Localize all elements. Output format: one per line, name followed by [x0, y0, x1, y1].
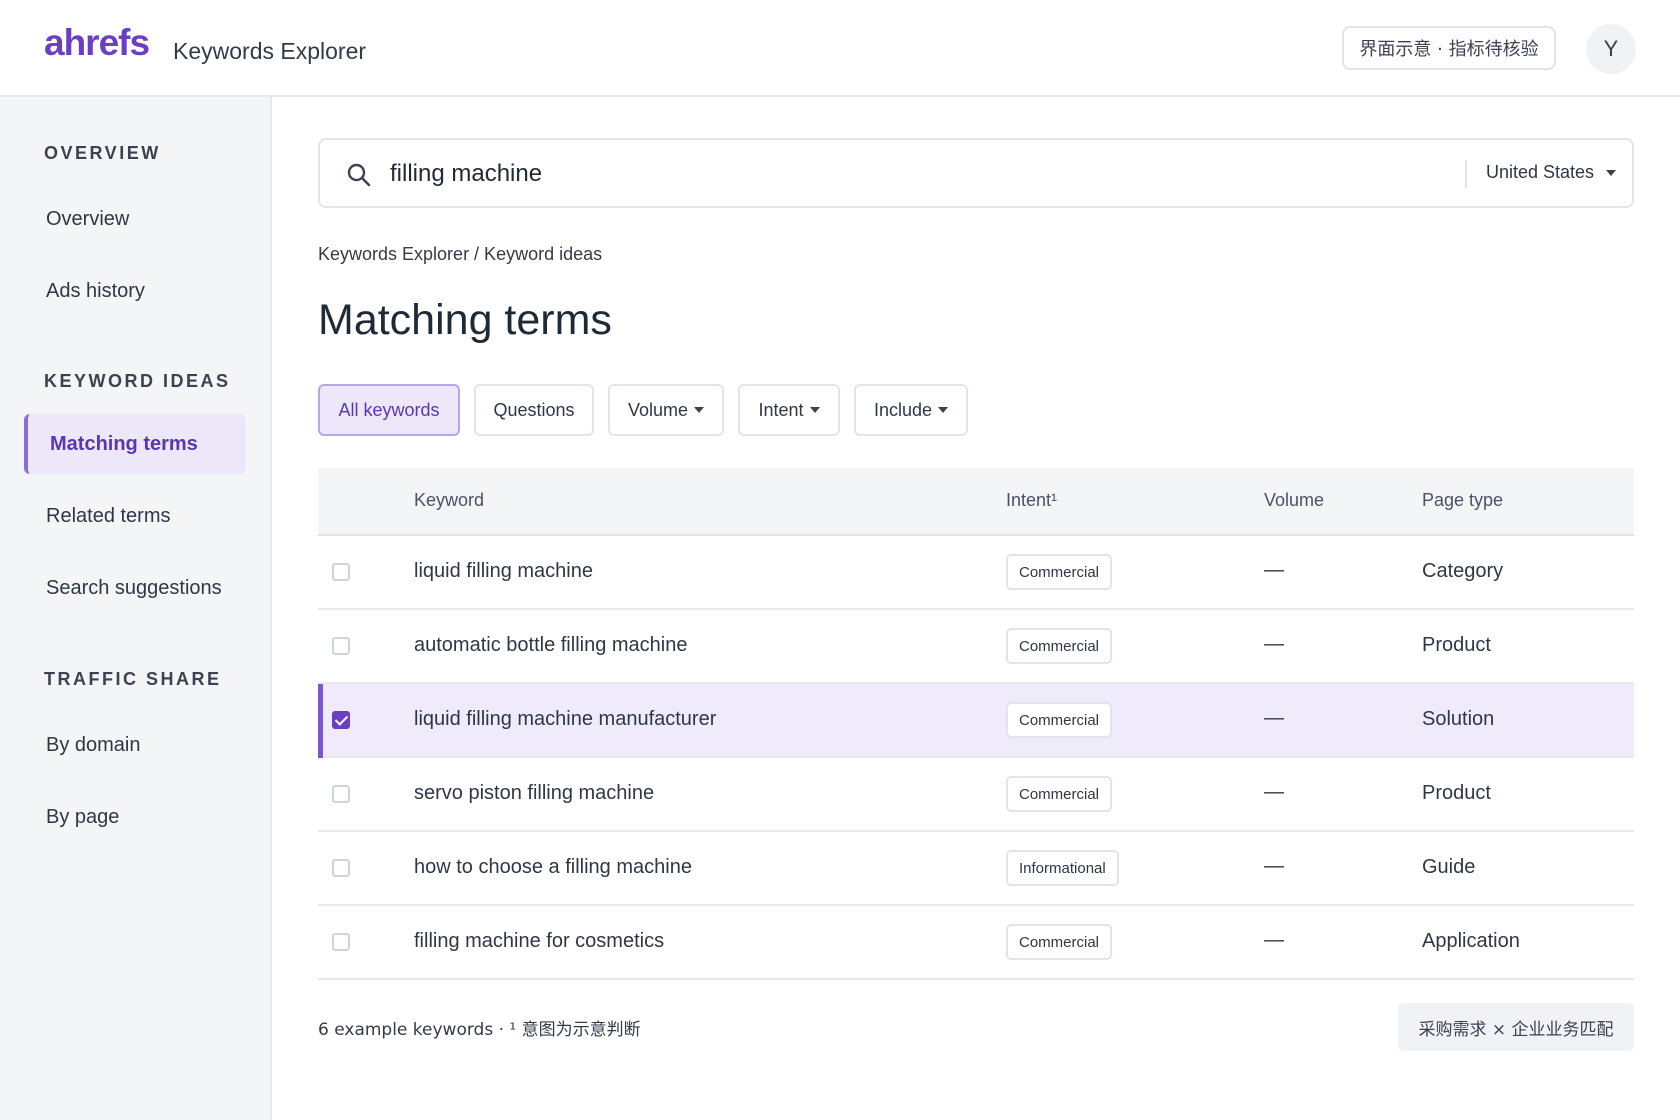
filter-volume[interactable]: Volume: [608, 384, 724, 436]
filter-label: Intent: [758, 399, 804, 420]
filter-label: Questions: [493, 399, 575, 420]
breadcrumb: Keywords Explorer / Keyword ideas: [318, 244, 603, 264]
sidebar: OVERVIEW Overview Ads history KEYWORD ID…: [0, 97, 272, 1120]
intent-badge: Commercial: [1006, 554, 1113, 590]
intent-badge: Commercial: [1006, 776, 1113, 812]
page-type-cell: Guide: [1422, 856, 1476, 878]
intent-badge: Commercial: [1006, 924, 1113, 960]
search-input[interactable]: [390, 154, 1390, 194]
sidebar-item-ads-history[interactable]: Ads history: [24, 261, 246, 321]
table-row-selected[interactable]: liquid filling machine manufacturer Comm…: [318, 684, 1634, 758]
page-type-cell: Application: [1422, 930, 1520, 952]
volume-cell: —: [1264, 707, 1284, 729]
app-title: Keywords Explorer: [173, 38, 367, 64]
keyword-cell[interactable]: liquid filling machine manufacturer: [414, 708, 716, 731]
table-header: Keyword Intent¹ Volume Page type: [318, 468, 1634, 536]
notice-badge: 界面示意 · 指标待核验: [1342, 26, 1556, 70]
page-type-cell: Category: [1422, 560, 1504, 582]
country-label: United States: [1486, 162, 1595, 182]
filter-label: Volume: [627, 399, 689, 420]
filter-all-keywords[interactable]: All keywords: [318, 384, 460, 436]
chevron-down-icon: [1606, 169, 1617, 176]
sidebar-heading-overview: OVERVIEW: [44, 143, 161, 163]
filter-questions[interactable]: Questions: [474, 384, 594, 436]
table-row[interactable]: filling machine for cosmetics Commercial…: [318, 906, 1634, 980]
intent-badge: Informational: [1006, 850, 1119, 886]
filter-label: Include: [873, 399, 933, 420]
keyword-cell[interactable]: liquid filling machine: [414, 560, 593, 583]
volume-cell: —: [1264, 855, 1284, 877]
column-header-volume[interactable]: Volume: [1264, 490, 1324, 511]
search-divider: [1465, 160, 1467, 188]
volume-cell: —: [1264, 633, 1284, 655]
sidebar-item-matching-terms[interactable]: Matching terms: [24, 414, 246, 474]
row-checkbox-checked[interactable]: [332, 711, 350, 729]
table-row[interactable]: how to choose a filling machine Informat…: [318, 832, 1634, 906]
sidebar-item-overview[interactable]: Overview: [24, 189, 246, 249]
sidebar-item-related-terms[interactable]: Related terms: [24, 486, 246, 546]
footer-note: 6 example keywords · ¹ 意图为示意判断: [318, 1020, 641, 1040]
page-type-cell: Product: [1422, 634, 1491, 656]
search-icon: [347, 163, 371, 187]
chevron-down-icon: [938, 407, 949, 413]
column-header-keyword[interactable]: Keyword: [414, 490, 484, 511]
page-title: Matching terms: [318, 296, 612, 344]
ahrefs-logo[interactable]: ahrefs: [44, 22, 150, 64]
filter-intent[interactable]: Intent: [738, 384, 840, 436]
user-avatar[interactable]: Y: [1586, 24, 1636, 74]
sidebar-heading-keyword-ideas: KEYWORD IDEAS: [44, 371, 231, 391]
filter-label: All keywords: [338, 399, 440, 420]
column-header-page-type[interactable]: Page type: [1422, 490, 1503, 511]
table-row[interactable]: liquid filling machine Commercial — Cate…: [318, 536, 1634, 610]
page-type-cell: Solution: [1422, 708, 1495, 730]
footer-tag: 采购需求 × 企业业务匹配: [1398, 1003, 1634, 1051]
sidebar-item-search-suggestions[interactable]: Search suggestions: [24, 558, 246, 618]
sidebar-heading-traffic-share: TRAFFIC SHARE: [44, 669, 222, 689]
table-row[interactable]: servo piston filling machine Commercial …: [318, 758, 1634, 832]
keyword-cell[interactable]: servo piston filling machine: [414, 782, 654, 805]
keyword-search-bar: United States: [318, 138, 1634, 208]
sidebar-item-by-domain[interactable]: By domain: [24, 715, 246, 775]
row-checkbox[interactable]: [332, 933, 350, 951]
keyword-cell[interactable]: automatic bottle filling machine: [414, 634, 687, 657]
chevron-down-icon: [809, 407, 820, 413]
top-header: ahrefs Keywords Explorer 界面示意 · 指标待核验 Y: [0, 0, 1680, 97]
country-selector[interactable]: United States: [1486, 162, 1617, 183]
table-row[interactable]: automatic bottle filling machine Commerc…: [318, 610, 1634, 684]
keyword-cell[interactable]: how to choose a filling machine: [414, 856, 692, 879]
intent-badge: Commercial: [1006, 628, 1113, 664]
column-header-intent[interactable]: Intent¹: [1006, 490, 1057, 511]
volume-cell: —: [1264, 559, 1284, 581]
intent-badge: Commercial: [1006, 702, 1113, 738]
volume-cell: —: [1264, 929, 1284, 951]
keyword-cell[interactable]: filling machine for cosmetics: [414, 930, 664, 953]
row-checkbox[interactable]: [332, 859, 350, 877]
volume-cell: —: [1264, 781, 1284, 803]
row-checkbox[interactable]: [332, 637, 350, 655]
page-type-cell: Product: [1422, 782, 1491, 804]
filter-include[interactable]: Include: [854, 384, 968, 436]
chevron-down-icon: [694, 407, 705, 413]
sidebar-item-by-page[interactable]: By page: [24, 787, 246, 847]
row-checkbox[interactable]: [332, 785, 350, 803]
row-checkbox[interactable]: [332, 563, 350, 581]
